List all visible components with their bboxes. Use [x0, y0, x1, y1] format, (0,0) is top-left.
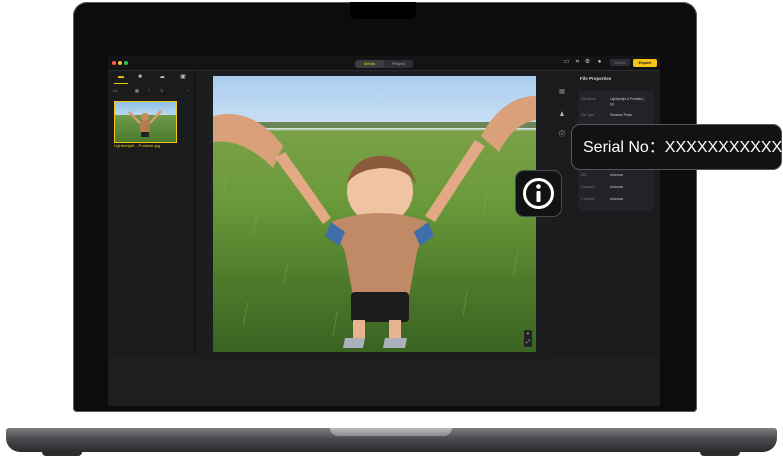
- close-window-button[interactable]: [112, 61, 116, 65]
- property-value: Unknown: [610, 173, 624, 177]
- property-label: F-number: [581, 197, 595, 201]
- add-icon[interactable]: +: [187, 88, 189, 94]
- crop-icon[interactable]: ⌗: [574, 59, 581, 66]
- people-icon[interactable]: ♟: [558, 111, 566, 119]
- mode-switch: Media Project: [355, 60, 413, 68]
- filter-dropdown[interactable]: All: [113, 88, 117, 94]
- grid-view-icon[interactable]: ▦: [135, 88, 139, 94]
- laptop-foot: [700, 450, 740, 456]
- settings-icon[interactable]: ⚙: [584, 59, 591, 66]
- share-button[interactable]: Share: [610, 59, 630, 66]
- main-photo[interactable]: [213, 76, 536, 352]
- thumbnail-filename: Lightweight ...Portable.jpg: [114, 143, 161, 148]
- tab-media[interactable]: Media: [355, 60, 384, 68]
- active-tab-indicator: [114, 83, 128, 84]
- adjust-icon[interactable]: ▤: [558, 88, 566, 96]
- zoom-window-button[interactable]: [124, 61, 128, 65]
- property-label: File Type: [581, 113, 594, 117]
- sort-icon[interactable]: ⇅: [160, 88, 163, 94]
- property-value: Lightweight & Portable.j: [610, 97, 644, 101]
- thumbnail-figure-icon: [128, 110, 162, 137]
- property-value: Standard Photo: [610, 113, 633, 117]
- property-label: ISO: [581, 173, 587, 177]
- photo-thumbnail[interactable]: [114, 101, 177, 143]
- info-icon[interactable]: ⓘ: [558, 131, 566, 139]
- property-label: File Name: [581, 97, 596, 101]
- property-value: Unknown: [610, 197, 624, 201]
- info-callout-badge: [515, 170, 562, 217]
- property-value: Unknown: [610, 185, 624, 189]
- zoom-control[interactable]: + ⤢: [524, 330, 532, 347]
- minimize-window-button[interactable]: [118, 61, 122, 65]
- property-label: Exposure: [581, 185, 595, 189]
- media-library-icon[interactable]: ▬: [117, 74, 125, 81]
- serial-number-callout: Serial No：XXXXXXXXXXX: [571, 124, 782, 170]
- properties-title: File Properties: [580, 76, 612, 81]
- laptop-foot: [42, 450, 82, 456]
- tab-project[interactable]: Project: [384, 60, 413, 68]
- export-button[interactable]: Export: [633, 59, 657, 67]
- folder-icon[interactable]: ▣: [179, 74, 187, 81]
- desktop-background: [108, 356, 660, 406]
- laptop-hinge: [330, 428, 452, 436]
- child-in-field-image: [213, 96, 536, 348]
- zoom-in-icon[interactable]: +: [524, 330, 532, 338]
- camera-icon[interactable]: ■: [136, 74, 144, 81]
- fit-screen-icon[interactable]: ⤢: [524, 338, 532, 346]
- cloud-icon[interactable]: ☁: [158, 74, 166, 81]
- camera-notch: [350, 2, 416, 19]
- property-value: pg: [610, 102, 614, 106]
- sidebar-toggle-icon[interactable]: ▭: [563, 59, 570, 66]
- list-view-icon[interactable]: ≡: [148, 88, 150, 94]
- info-icon: [523, 178, 554, 209]
- user-icon[interactable]: ●: [596, 59, 603, 66]
